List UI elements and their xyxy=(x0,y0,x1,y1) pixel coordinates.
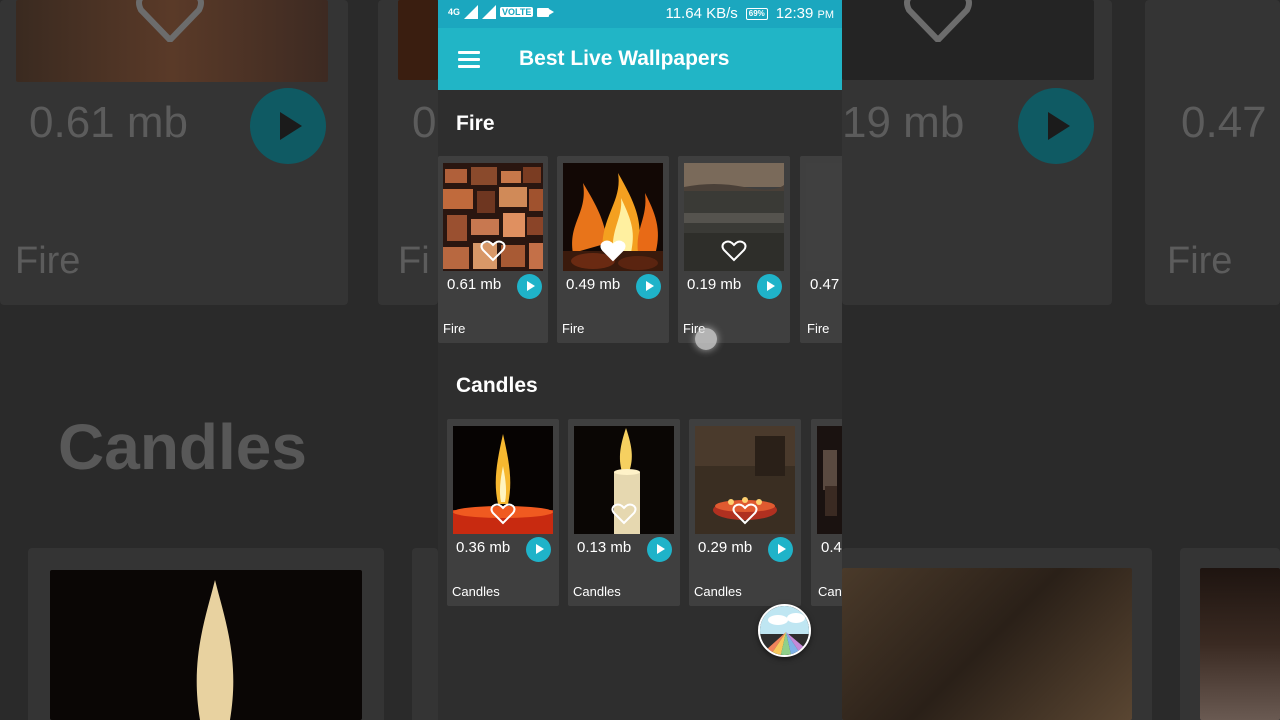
bg-size-text: 0 xyxy=(412,98,437,147)
bg-section-title: Candles xyxy=(58,411,307,483)
bg-heart-icon xyxy=(904,0,972,42)
hamburger-menu-icon[interactable] xyxy=(458,51,480,68)
touch-indicator xyxy=(695,328,717,350)
wallpaper-card[interactable]: 0.49 mb Fire xyxy=(557,156,669,343)
play-button-icon[interactable] xyxy=(526,537,551,562)
category-label: Candles xyxy=(573,584,621,599)
clock-time: 12:39 xyxy=(775,5,814,22)
clock: 12:39 PM xyxy=(776,5,834,22)
favorite-heart-icon[interactable] xyxy=(600,240,626,262)
file-size: 0.19 mb xyxy=(687,276,742,293)
signal-icon xyxy=(482,5,497,19)
bg-heart-icon xyxy=(136,0,204,42)
app-bar: Best Live Wallpapers xyxy=(438,28,842,90)
status-bar-left: 4G VOLTE xyxy=(448,5,555,19)
bg-flame-icon xyxy=(196,580,234,720)
bg-size-text: 0.61 mb xyxy=(29,98,188,147)
play-button-icon[interactable] xyxy=(647,537,672,562)
file-size: 0.61 mb xyxy=(447,276,502,293)
category-label: Fire xyxy=(443,321,466,336)
favorite-heart-icon[interactable] xyxy=(611,503,637,525)
category-label: Can xyxy=(818,584,842,599)
bg-play-icon xyxy=(1018,88,1094,164)
file-size: 0.13 mb xyxy=(577,539,632,556)
bg-size-text: 19 mb xyxy=(842,98,965,147)
bg-category-text: Fire xyxy=(1167,240,1233,282)
wallpaper-card[interactable]: 0.4 Can xyxy=(811,419,842,606)
status-bar-right: 11.64 KB/s 69% 12:39 PM xyxy=(665,5,834,22)
play-button-icon[interactable] xyxy=(517,274,542,299)
bg-card xyxy=(412,548,438,720)
network-speed: 11.64 KB/s xyxy=(665,5,738,22)
category-label: Candles xyxy=(452,584,500,599)
signal-icon xyxy=(464,5,479,19)
bg-play-icon xyxy=(250,88,326,164)
wallpaper-card[interactable]: 0.47 Fire xyxy=(800,156,842,343)
section-title-fire: Fire xyxy=(456,112,495,135)
status-bar: 4G VOLTE 11.64 KB/s 69% 12:39 PM xyxy=(438,0,842,28)
play-button-icon[interactable] xyxy=(757,274,782,299)
file-size: 0.49 mb xyxy=(566,276,621,293)
wallpaper-card[interactable]: 0.29 mb Candles xyxy=(689,419,801,606)
wallpaper-card[interactable]: 0.61 mb Fire xyxy=(438,156,548,343)
wallpaper-card[interactable]: 0.36 mb Candles xyxy=(447,419,559,606)
battery-icon: 69% xyxy=(745,7,768,20)
play-button-icon[interactable] xyxy=(768,537,793,562)
phone-screen: 4G VOLTE 11.64 KB/s 69% 12:39 PM Best Li… xyxy=(438,0,842,720)
favorite-heart-icon[interactable] xyxy=(490,503,516,525)
bg-size-text: 0.47 xyxy=(1181,98,1267,147)
bg-candle-image xyxy=(842,568,1132,720)
bg-category-text: Fi xyxy=(398,240,430,282)
rainbow-road-icon xyxy=(760,606,809,655)
category-label: Fire xyxy=(807,321,830,336)
clock-ampm: PM xyxy=(817,9,835,21)
floating-action-button[interactable] xyxy=(758,604,811,657)
volte-badge: VOLTE xyxy=(500,7,534,17)
file-size: 0.29 mb xyxy=(698,539,753,556)
category-label: Fire xyxy=(562,321,585,336)
app-title: Best Live Wallpapers xyxy=(519,47,730,70)
section-title-candles: Candles xyxy=(456,374,538,397)
favorite-heart-icon[interactable] xyxy=(721,240,747,262)
network-type: 4G xyxy=(448,7,461,17)
wallpaper-card[interactable]: 0.13 mb Candles xyxy=(568,419,680,606)
video-record-icon xyxy=(537,7,555,17)
favorite-heart-icon[interactable] xyxy=(480,240,506,262)
wallpaper-thumbnail[interactable] xyxy=(806,163,842,271)
file-size: 0.4 xyxy=(821,539,842,556)
favorite-heart-icon[interactable] xyxy=(732,503,758,525)
bg-image xyxy=(398,0,438,80)
file-size: 0.36 mb xyxy=(456,539,511,556)
wallpaper-thumbnail[interactable] xyxy=(817,426,842,534)
category-label: Candles xyxy=(694,584,742,599)
bg-candle-image xyxy=(1200,568,1280,720)
file-size: 0.47 xyxy=(810,276,840,293)
wallpaper-card[interactable]: 0.19 mb Fire xyxy=(678,156,790,343)
bg-category-text: Fire xyxy=(15,240,81,282)
play-button-icon[interactable] xyxy=(636,274,661,299)
